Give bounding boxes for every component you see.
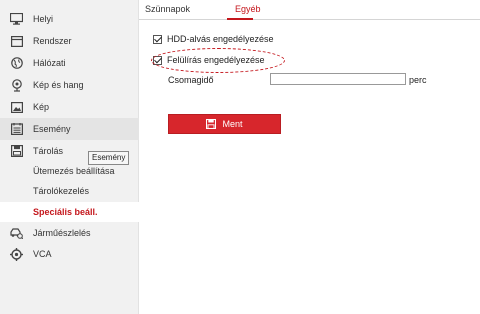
hdd-sleep-label: HDD-alvás engedélyezése (167, 34, 274, 44)
overwrite-checkbox[interactable] (153, 55, 162, 65)
sidebar-subitem-label: Tárolókezelés (33, 186, 90, 196)
sidebar-item-vehicle-detection[interactable]: Járműészlelés (0, 222, 139, 244)
event-list-icon (10, 123, 23, 136)
sidebar-item-system[interactable]: Rendszer (0, 30, 139, 52)
sidebar: Helyi Rendszer Hálózati Kép és hang Kép … (0, 0, 139, 314)
sidebar-item-label: VCA (33, 249, 52, 259)
sidebar-item-label: Tárolás (33, 146, 64, 156)
save-icon (206, 118, 217, 130)
audio-video-icon (10, 78, 23, 92)
sidebar-item-local[interactable]: Helyi (0, 8, 139, 30)
hdd-sleep-checkbox[interactable] (153, 34, 162, 44)
sidebar-item-network[interactable]: Hálózati (0, 52, 139, 74)
monitor-icon (10, 13, 23, 26)
sidebar-item-label: Járműészlelés (33, 228, 91, 238)
save-button-label: Ment (222, 119, 243, 129)
sidebar-subitem-label: Ütemezés beállítása (33, 166, 115, 176)
globe-icon (10, 57, 23, 70)
vehicle-detection-icon (10, 227, 23, 240)
save-button[interactable]: Ment (168, 114, 281, 134)
sidebar-subitem-advanced[interactable]: Speciális beáll. (0, 202, 139, 222)
sidebar-subitem-label: Speciális beáll. (33, 207, 98, 217)
tab-holidays[interactable]: Szünnapok (145, 4, 190, 14)
sidebar-item-image[interactable]: Kép (0, 96, 139, 118)
overwrite-row: Felülírás engedélyezése (153, 55, 265, 65)
sidebar-item-label: Kép és hang (33, 80, 84, 90)
package-time-unit: perc (409, 75, 427, 85)
overwrite-label: Felülírás engedélyezése (167, 55, 265, 65)
tab-bar: Szünnapok Egyéb (139, 0, 480, 20)
storage-icon (10, 145, 23, 158)
active-tab-indicator (227, 18, 253, 20)
image-icon (10, 101, 23, 114)
sidebar-item-label: Kép (33, 102, 50, 112)
sidebar-item-label: Helyi (33, 14, 54, 24)
package-time-input[interactable] (270, 73, 406, 85)
hdd-sleep-row: HDD-alvás engedélyezése (153, 34, 274, 44)
vca-icon (10, 247, 23, 261)
sidebar-item-label: Esemény (33, 124, 71, 134)
package-time-label: Csomagidő (168, 75, 214, 85)
tooltip: Esemény (88, 151, 130, 165)
sidebar-item-event[interactable]: Esemény (0, 118, 139, 140)
sidebar-item-audio-video[interactable]: Kép és hang (0, 74, 139, 96)
sidebar-item-vca[interactable]: VCA (0, 243, 139, 265)
tab-other[interactable]: Egyéb (235, 4, 261, 14)
sidebar-subitem-storage-management[interactable]: Tárolókezelés (0, 181, 139, 201)
system-icon (10, 35, 23, 48)
sidebar-item-label: Rendszer (33, 36, 72, 46)
sidebar-item-label: Hálózati (33, 58, 66, 68)
